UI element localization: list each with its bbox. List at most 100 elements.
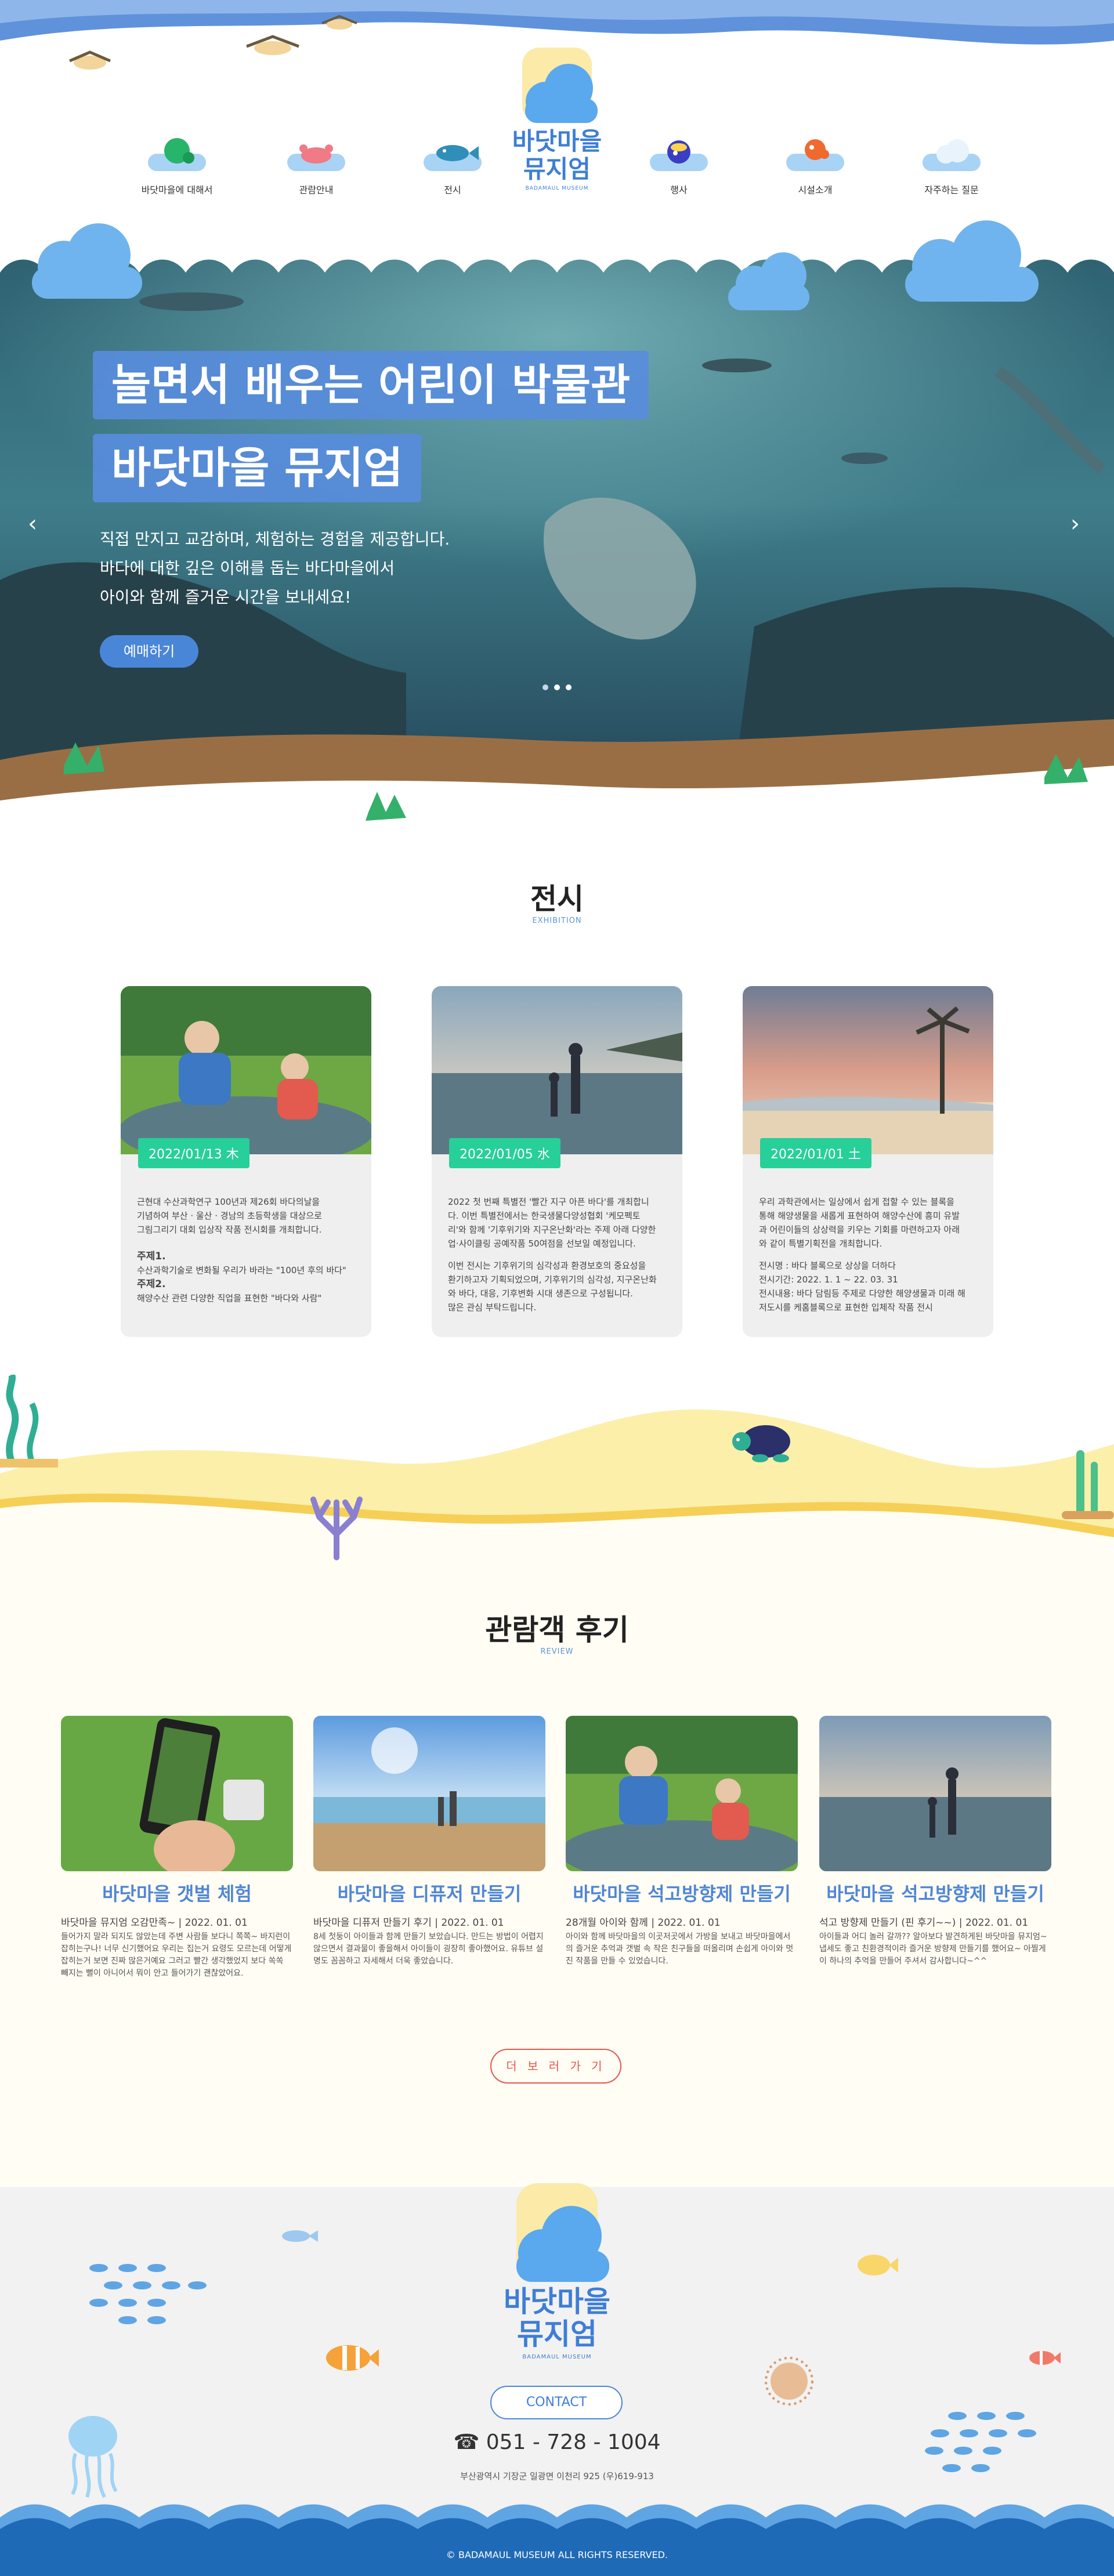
nav-item-events[interactable]: 행사 xyxy=(632,133,725,196)
review-title: 관람객 후기 xyxy=(485,1613,629,1647)
review-card[interactable]: 바닷마을 갯벌 체험 바닷마을 뮤지엄 오감만족~ | 2022. 01. 01… xyxy=(61,1716,293,1980)
fish-icon xyxy=(282,2230,318,2242)
turtle-hill-icon xyxy=(148,133,206,174)
fish-school-icon xyxy=(89,2264,207,2324)
logo-title-line1: 바닷마을 xyxy=(512,127,602,155)
exhibition-description: 2022 첫 번째 특별전 '빨간 지구 아픈 바다'를 개최합니 다. 이번 … xyxy=(448,1195,668,1314)
footer-copyright: © BADAMAUL MUSEUM ALL RIGHTS RESERVED. xyxy=(446,2549,668,2560)
footer-logo-line1: 바닷마을 xyxy=(504,2285,610,2318)
turtle-icon xyxy=(732,1425,790,1462)
exhibition-subtitle: EXHIBITION xyxy=(532,916,582,925)
hero-desc-line: 직접 만지고 교감하며, 체험하는 경험을 제공합니다. xyxy=(100,530,450,549)
ex-line: 2022 첫 번째 특별전 '빨간 지구 아픈 바다'를 개최합니 xyxy=(448,1197,649,1207)
slide-dot[interactable] xyxy=(566,684,572,690)
see-more-reviews-button[interactable]: 더 보 러 가 기 xyxy=(490,2049,621,2084)
review-card[interactable]: 바닷마을 석고방향제 만들기 석고 방향제 만들기 (핀 후기~~) | 202… xyxy=(819,1716,1051,1968)
ex-theme2-text: 해양수산 관련 다양한 직업을 표현한 "바다와 사람" xyxy=(137,1293,322,1303)
exhibition-card[interactable]: 2022/01/05 水 2022 첫 번째 특별전 '빨간 지구 아픈 바다'… xyxy=(432,986,682,1337)
nav-label: 바닷마을에 대해서 xyxy=(141,184,213,195)
yellow-fish-icon xyxy=(858,2255,898,2276)
seagull-icon xyxy=(246,35,299,55)
review-card-text: 아이와 함께 바닷마을의 이곳저곳에서 가방을 보내고 바닷마을에서의 즐거운 … xyxy=(566,1932,794,1966)
footer-logo-line2: 뮤지엄 xyxy=(517,2317,597,2351)
exhibition-card[interactable]: 2022/01/13 木 근현대 수산과학연구 100년과 제26회 바다의날을… xyxy=(121,986,371,1337)
coral-icon xyxy=(310,1497,363,1560)
footer-phone: ☎ 051 - 728 - 1004 xyxy=(453,2430,661,2454)
review-photo-phone-camera xyxy=(61,1716,293,1871)
prev-slide-arrow-icon[interactable]: ‹ xyxy=(28,510,37,537)
nav-label: 자주하는 질문 xyxy=(924,184,979,195)
slide-dot[interactable] xyxy=(542,684,548,690)
ex-line: 전시명 : 바다 블록으로 상상을 더하다 xyxy=(759,1260,896,1271)
ex-line: 전시기간: 2022. 1. 1 ~ 22. 03. 31 xyxy=(759,1274,898,1285)
nav-item-faq[interactable]: 자주하는 질문 xyxy=(905,133,998,196)
ex-line: 이번 전시는 기후위기의 심각성과 환경보호의 중요성을 xyxy=(448,1260,646,1271)
ex-line: 근현대 수산과학연구 100년과 제26회 바다의날을 xyxy=(137,1197,320,1207)
review-photo-beach-family xyxy=(313,1716,545,1871)
slide-dot-active[interactable] xyxy=(554,684,560,690)
exhibition-card[interactable]: 2022/01/01 土 우리 과학관에서는 일상에서 쉽게 접할 수 있는 블… xyxy=(743,986,993,1337)
pufferfish-icon xyxy=(765,2357,813,2405)
review-card-title: 바닷마을 석고방향제 만들기 xyxy=(573,1883,791,1905)
review-card-text: 8세 첫둥이 아이들과 함께 만들기 보았습니다. 만드는 방법이 어렵지 않으… xyxy=(313,1932,544,1966)
footer-logo[interactable]: 바닷마을 뮤지엄 BADAMAUL MUSEUM xyxy=(499,2181,615,2360)
octopus-icon xyxy=(786,133,844,174)
hero-subtitle: 바닷마을 뮤지엄 xyxy=(93,434,422,502)
seagull-icon xyxy=(321,15,357,30)
ex-line: 그림그리기 대회 입상작 작품 전시회를 개최합니다. xyxy=(137,1224,322,1235)
site-logo[interactable]: 바닷마을 뮤지엄 BADAMAUL MUSEUM xyxy=(511,46,603,191)
nav-label: 관람안내 xyxy=(299,184,334,195)
hero-desc-line: 바다에 대한 깊은 이해를 돕는 바다마을에서 xyxy=(100,559,395,578)
hero-desc-line: 아이와 함께 즐거운 시간을 보내세요! xyxy=(100,588,352,607)
small-clownfish-icon xyxy=(1029,2351,1061,2365)
nav-item-facilities[interactable]: 시설소개 xyxy=(769,133,862,196)
nav-item-guide[interactable]: 관람안내 xyxy=(270,133,363,196)
logo-title-line2: 뮤지엄 xyxy=(523,155,591,183)
contact-button[interactable]: CONTACT xyxy=(490,2386,623,2419)
review-card-text: 들어가지 말라 되지도 않았는데 주변 사람들 보다니 쪽쪽~ 바지런이 잡히는… xyxy=(61,1932,292,1978)
review-card-text: 아이들과 어디 놀러 갈까?? 알아보다 발견하게된 바닷마을 뮤지엄~ 냅세도… xyxy=(819,1932,1047,1966)
exhibition-date-badge: 2022/01/01 土 xyxy=(760,1138,871,1168)
exhibition-photo-kids-tidepool xyxy=(121,986,371,1154)
nav-item-about[interactable]: 바닷마을에 대해서 xyxy=(131,133,223,196)
page: 바닷마을 뮤지엄 BADAMAUL MUSEUM 바닷마을에 대해서 관람안내 … xyxy=(0,0,1114,2576)
review-card[interactable]: 바닷마을 디퓨저 만들기 바닷마을 디퓨저 만들기 후기 | 2022. 01.… xyxy=(313,1716,545,1968)
logo-cloud-icon xyxy=(522,48,598,123)
ex-line: 통해 해양생물을 새롭게 표현하여 해양수산에 흥미 유발 xyxy=(759,1211,960,1221)
seagull-icon xyxy=(69,50,111,70)
ex-theme1-label: 주제1. xyxy=(137,1251,166,1262)
jellyfish-icon xyxy=(68,2416,118,2498)
review-card-title: 바닷마을 갯벌 체험 xyxy=(102,1883,252,1905)
ex-line: 와 바다, 대응, 기후변화 시대 생존으로 구성됩니다. xyxy=(448,1288,633,1299)
exhibition-photo-family-beach xyxy=(432,986,682,1154)
ex-line: 전시내용: 바다 담림등 주제로 다양한 해양생물과 미래 해 xyxy=(759,1288,965,1299)
nav-label: 전시 xyxy=(444,184,461,195)
logo-subtitle: BADAMAUL MUSEUM xyxy=(525,186,589,191)
crab-icon xyxy=(287,133,345,174)
fish-icon xyxy=(424,133,482,174)
next-slide-arrow-icon[interactable]: › xyxy=(1070,510,1080,537)
seaweed-icon xyxy=(1062,1450,1114,1519)
review-card[interactable]: 바닷마을 석고방향제 만들기 28개월 아이와 함께 | 2022. 01. 0… xyxy=(566,1716,798,1968)
logo-cloud-icon xyxy=(516,2183,609,2282)
site-footer: 바닷마을 뮤지엄 BADAMAUL MUSEUM xyxy=(0,2183,1114,2576)
ex-line: 와 같이 특별기획전을 개최합니다. xyxy=(759,1238,882,1249)
nav-label: 시설소개 xyxy=(798,184,833,195)
sand-wave-decoration xyxy=(0,1375,1114,1560)
hero-description: 직접 만지고 교감하며, 체험하는 경험을 제공합니다. 바다에 대한 깊은 이… xyxy=(100,525,450,612)
exhibition-date-badge: 2022/01/05 水 xyxy=(449,1138,560,1168)
review-card-meta: 석고 방향제 만들기 (핀 후기~~) | 2022. 01. 01 xyxy=(819,1917,1029,1929)
ex-line: 다. 이번 특별전에서는 한국생물다양성협회 '케모펙토 xyxy=(448,1211,641,1221)
ex-line: 많은 관심 부탁드립니다. xyxy=(448,1302,537,1313)
nav-item-exhibition[interactable]: 전시 xyxy=(406,133,499,196)
ex-line: 리'와 함께 '기후위기와 지구온난화'라는 주제 아래 다양한 xyxy=(448,1224,656,1235)
exhibition-photo-sunset-beach xyxy=(743,986,993,1154)
review-card-meta: 바닷마을 뮤지엄 오감만족~ | 2022. 01. 01 xyxy=(61,1917,248,1929)
footer-logo-subtitle: BADAMAUL MUSEUM xyxy=(522,2354,592,2360)
ex-line: 기념하여 부산 · 울산 · 경남의 초등학생을 대상으로 xyxy=(137,1211,322,1221)
exhibition-description: 근현대 수산과학연구 100년과 제26회 바다의날을 기념하여 부산 · 울산… xyxy=(137,1195,357,1305)
ex-line: 저도시를 케홈블록으로 표현한 입체작 작품 전시 xyxy=(759,1302,933,1313)
review-subtitle: REVIEW xyxy=(540,1647,574,1656)
reserve-button[interactable]: 예매하기 xyxy=(100,635,198,668)
ex-theme1-text: 수산과학기술로 변화될 우리가 바라는 "100년 후의 바다" xyxy=(137,1265,346,1276)
